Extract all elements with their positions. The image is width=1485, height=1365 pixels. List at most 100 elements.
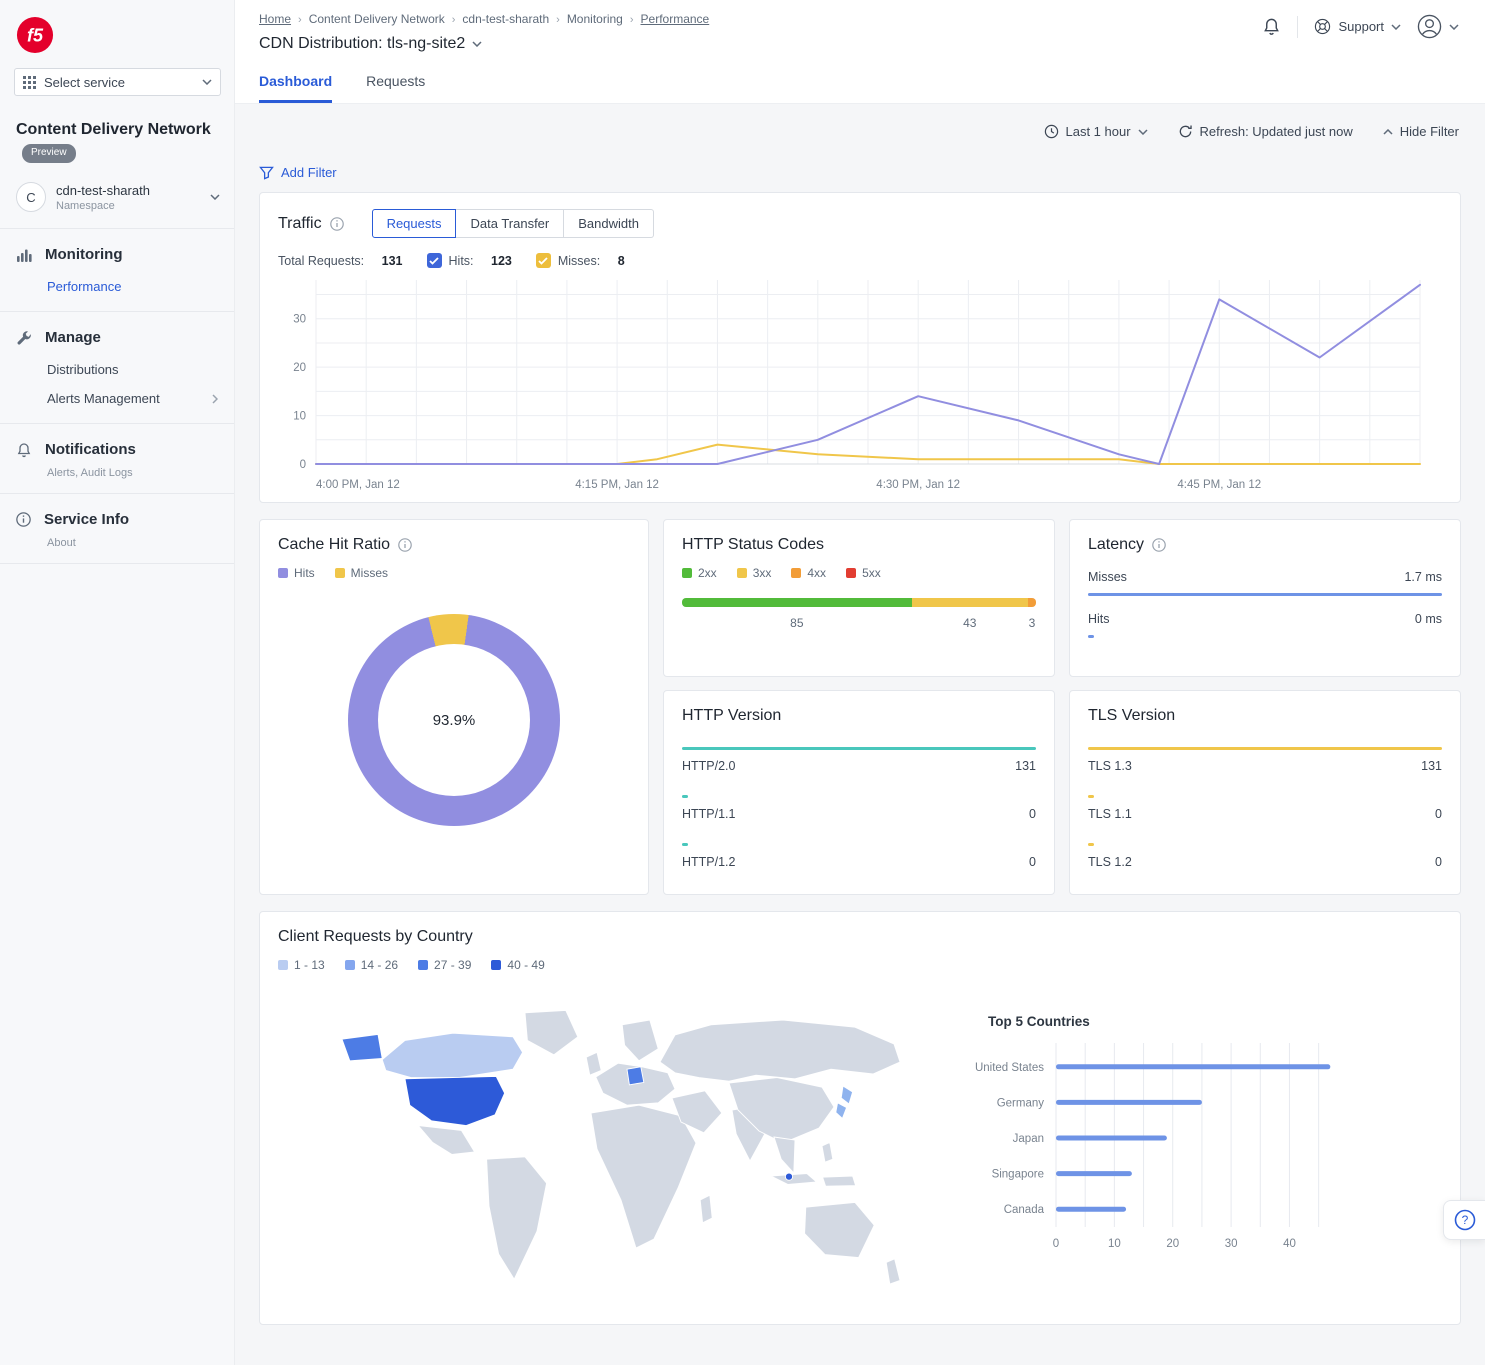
cache-hit-percentage: 93.9%	[348, 614, 560, 826]
info-icon[interactable]	[330, 217, 344, 231]
tls11-value: 0	[1435, 807, 1442, 821]
monitoring-label: Monitoring	[45, 246, 122, 263]
world-map[interactable]	[278, 984, 952, 1314]
2xx-swatch	[682, 568, 692, 578]
sidebar-item-manage[interactable]: Manage	[0, 320, 234, 355]
info-icon[interactable]	[398, 538, 412, 552]
time-range-label: Last 1 hour	[1066, 124, 1131, 139]
tls-version-row: TLS 1.3131	[1088, 747, 1442, 773]
grid-icon	[23, 76, 36, 89]
hits-checkbox[interactable]: Hits: 123	[427, 253, 512, 268]
sidebar-item-notifications[interactable]: Notifications	[0, 432, 234, 467]
map-region-se-asia	[774, 1137, 795, 1173]
account-menu[interactable]	[1417, 14, 1459, 39]
breadcrumb-separator	[452, 12, 456, 26]
toggle-requests[interactable]: Requests	[372, 209, 457, 238]
tab-dashboard[interactable]: Dashboard	[259, 73, 332, 103]
cache-hit-ratio-title: Cache Hit Ratio	[278, 536, 390, 554]
http11-label: HTTP/1.1	[682, 807, 736, 821]
info-icon[interactable]	[1152, 538, 1166, 552]
select-service-dropdown[interactable]: Select service	[14, 68, 221, 96]
breadcrumb-separator	[298, 12, 302, 26]
breadcrumb-namespace[interactable]: cdn-test-sharath	[462, 12, 549, 26]
misses-swatch	[335, 568, 345, 578]
chevron-down-icon	[1449, 24, 1459, 30]
add-filter-button[interactable]: Add Filter	[259, 165, 337, 180]
clock-icon	[1044, 124, 1059, 139]
map-region-russia	[660, 1020, 900, 1081]
http-status-codes-card: HTTP Status Codes 2xx 3xx 4xx 5xx	[663, 519, 1055, 677]
svg-text:4:30 PM, Jan 12: 4:30 PM, Jan 12	[876, 479, 960, 491]
svg-text:4:45 PM, Jan 12: 4:45 PM, Jan 12	[1177, 479, 1261, 491]
support-menu[interactable]: Support	[1314, 18, 1401, 35]
map-region-indonesia-west	[771, 1174, 817, 1185]
legend-bucket4: 40 - 49	[507, 958, 544, 972]
map-region-japan-south	[836, 1103, 847, 1119]
namespace-avatar: C	[16, 182, 46, 212]
segment-3xx	[912, 598, 1028, 607]
support-icon	[1314, 18, 1331, 35]
sidebar-item-performance[interactable]: Performance	[0, 272, 234, 301]
support-label: Support	[1338, 19, 1384, 34]
sidebar-item-distributions[interactable]: Distributions	[0, 355, 234, 384]
notifications-label: Notifications	[45, 441, 136, 458]
title-chevron-icon[interactable]	[472, 41, 482, 47]
value-4xx: 3	[1028, 616, 1036, 630]
breadcrumb-monitoring[interactable]: Monitoring	[567, 12, 623, 26]
top-countries-panel: Top 5 Countries 010203040United StatesGe…	[952, 984, 1442, 1314]
time-range-dropdown[interactable]: Last 1 hour	[1044, 124, 1148, 139]
cache-hit-ratio-card: Cache Hit Ratio Hits Misses 93.9%	[259, 519, 649, 895]
latency-title: Latency	[1088, 536, 1144, 554]
toggle-data-transfer[interactable]: Data Transfer	[456, 209, 564, 238]
chevron-right-icon	[212, 394, 218, 404]
f5-logo[interactable]: f5	[16, 16, 54, 54]
svg-text:United States: United States	[975, 1062, 1044, 1074]
map-region-madagascar	[700, 1195, 712, 1223]
hide-filter-toggle[interactable]: Hide Filter	[1383, 124, 1459, 139]
breadcrumb-home[interactable]: Home	[259, 12, 291, 26]
svg-text:?: ?	[1461, 1213, 1468, 1227]
breadcrumb-cdn[interactable]: Content Delivery Network	[309, 12, 445, 26]
http-version-row: HTTP/1.10	[682, 795, 1036, 821]
http12-value: 0	[1029, 855, 1036, 869]
sidebar-item-alerts-management[interactable]: Alerts Management	[0, 384, 234, 413]
value-2xx: 85	[682, 616, 912, 630]
toggle-bandwidth[interactable]: Bandwidth	[564, 209, 654, 238]
namespace-selector[interactable]: C cdn-test-sharath Namespace	[0, 168, 234, 229]
legend-bucket2: 14 - 26	[361, 958, 398, 972]
latency-hits-bar	[1088, 635, 1094, 638]
bucket2-swatch	[345, 960, 355, 970]
notifications-subtitle: Alerts, Audit Logs	[0, 467, 234, 483]
3xx-swatch	[737, 568, 747, 578]
legend-hits: Hits	[294, 566, 315, 580]
svg-text:Singapore: Singapore	[992, 1169, 1044, 1181]
map-region-alaska	[342, 1034, 382, 1060]
svg-text:4:15 PM, Jan 12: 4:15 PM, Jan 12	[575, 479, 659, 491]
misses-label: Misses:	[558, 254, 600, 268]
service-info-label: Service Info	[44, 511, 129, 528]
latency-row: Misses1.7 ms	[1088, 570, 1442, 596]
content: Last 1 hour Refresh: Updated just now Hi…	[235, 104, 1485, 1365]
help-button[interactable]: ?	[1443, 1200, 1485, 1240]
http-version-row: HTTP/2.0131	[682, 747, 1036, 773]
segment-2xx	[682, 598, 912, 607]
refresh-button[interactable]: Refresh: Updated just now	[1178, 124, 1353, 139]
sidebar-item-monitoring[interactable]: Monitoring	[0, 237, 234, 272]
latency-card: Latency Misses1.7 ms Hits0 ms	[1069, 519, 1461, 677]
traffic-metric-toggle: Requests Data Transfer Bandwidth	[372, 209, 654, 238]
svg-text:30: 30	[293, 314, 306, 326]
http2-label: HTTP/2.0	[682, 759, 736, 773]
legend-bucket1: 1 - 13	[294, 958, 325, 972]
svg-text:f5: f5	[27, 26, 44, 46]
tls12-bar	[1088, 843, 1094, 846]
misses-checkbox[interactable]: Misses: 8	[536, 253, 625, 268]
tab-requests[interactable]: Requests	[366, 73, 425, 103]
4xx-swatch	[791, 568, 801, 578]
legend-5xx: 5xx	[862, 566, 881, 580]
client-requests-by-country-title: Client Requests by Country	[278, 928, 473, 946]
sidebar-item-service-info[interactable]: Service Info	[0, 502, 234, 537]
notifications-bell-button[interactable]	[1262, 17, 1281, 36]
svg-text:4:00 PM, Jan 12: 4:00 PM, Jan 12	[316, 479, 400, 491]
breadcrumb-performance[interactable]: Performance	[641, 12, 710, 26]
chevron-down-icon	[210, 194, 220, 200]
